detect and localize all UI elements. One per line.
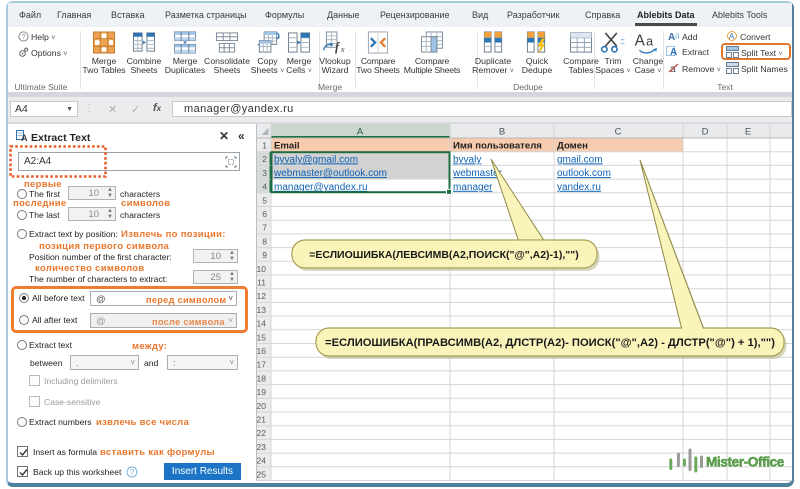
svg-text:=ЕСЛИОШИБКА(ПРАВСИМВ(A2, ДЛСТР: =ЕСЛИОШИБКА(ПРАВСИМВ(A2, ДЛСТР(A2)- ПОИС… (325, 337, 775, 349)
svg-text:=ЕСЛИОШИБКА(ЛЕВСИМВ(A2,ПОИСК(": =ЕСЛИОШИБКА(ЛЕВСИМВ(A2,ПОИСК("@",A2)-1),… (309, 249, 579, 261)
